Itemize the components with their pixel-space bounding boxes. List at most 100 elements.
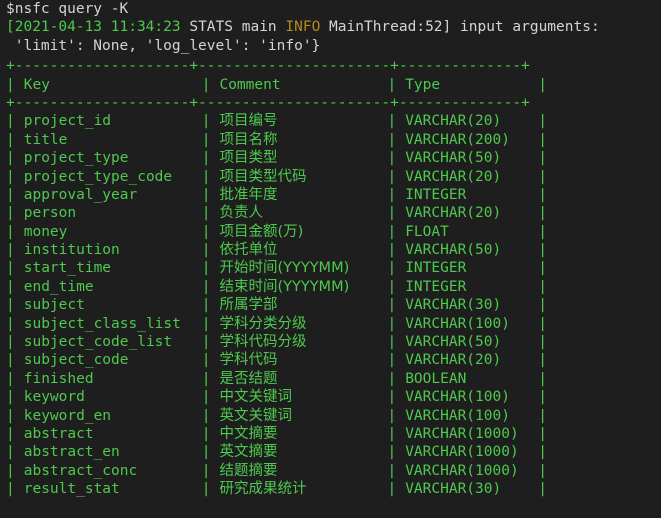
table-border-top: +--------------------+------------------… (6, 58, 530, 75)
table-divider: | (387, 370, 397, 387)
cell-type: BOOLEAN (405, 370, 467, 387)
table-divider: | (6, 278, 15, 295)
table-row: | finished | 是否结题 | BOOLEAN | (6, 370, 661, 388)
command-text: nsfc query -K (14, 1, 129, 17)
table-divider: | (201, 370, 211, 387)
cell-comment: 结题摘要 (219, 462, 278, 479)
cell-comment: 依托单位 (219, 242, 278, 259)
table-divider: | (538, 131, 547, 148)
table-divider: | (387, 113, 397, 130)
table-divider: | (6, 150, 15, 167)
log-message: input arguments: (460, 19, 600, 36)
table-divider: | (201, 113, 211, 130)
log-logger: STATS (189, 19, 233, 36)
schema-table: +--------------------+------------------… (6, 57, 661, 498)
table-divider: | (201, 168, 211, 185)
cell-type: INTEGER (405, 186, 467, 203)
table-divider: | (6, 168, 15, 185)
table-divider: | (6, 205, 15, 222)
cell-type: VARCHAR(100) (405, 389, 510, 406)
table-divider: | (6, 297, 15, 314)
cell-comment: 研究成果统计 (219, 481, 307, 498)
log-thread-main: main (241, 19, 277, 36)
table-row: | institution | 依托单位 | VARCHAR(50) | (6, 241, 661, 259)
table-divider: | (538, 297, 547, 314)
log-line: [2021-04-13 11:34:23 STATS main INFO Mai… (6, 18, 661, 36)
cell-key: money (23, 223, 68, 240)
cell-type: VARCHAR(1000) (405, 425, 519, 442)
table-divider: | (201, 407, 211, 424)
cell-comment: 项目类型 (219, 150, 278, 167)
cell-comment: 项目类型代码 (219, 168, 307, 185)
table-divider: | (6, 315, 15, 332)
cell-comment: 结束时间(YYYYMM) (219, 278, 350, 295)
table-divider: | (387, 352, 397, 369)
header-comment: Comment (219, 76, 281, 93)
table-divider: | (538, 223, 547, 240)
cell-type: INTEGER (405, 278, 467, 295)
cell-comment: 学科代码 (219, 352, 278, 369)
table-divider: | (538, 168, 547, 185)
table-body: | project_id | 项目编号 | VARCHAR(20) | | title | 项目名称… (6, 112, 661, 498)
cell-type: VARCHAR(1000) (405, 462, 519, 479)
table-header-row: | Key | Comment | Type | (6, 76, 661, 94)
table-divider: | (387, 223, 397, 240)
table-divider: | (387, 76, 397, 93)
cell-comment: 学科代码分级 (219, 334, 307, 351)
table-divider: | (387, 168, 397, 185)
table-row: | end_time | 结束时间(YYYYMM) | INTEGER | (6, 278, 661, 296)
table-divider: | (6, 131, 15, 148)
table-divider: | (201, 260, 211, 277)
cell-key: approval_year (23, 186, 138, 203)
cell-comment: 英文摘要 (219, 444, 278, 461)
cell-type: VARCHAR(50) (405, 334, 502, 351)
table-divider: | (538, 150, 547, 167)
table-divider: | (538, 407, 547, 424)
cell-key: project_type (23, 150, 129, 167)
table-divider: | (538, 425, 547, 442)
table-divider: | (387, 444, 397, 461)
table-row: | abstract | 中文摘要 | VARCHAR(1000) | (6, 425, 661, 443)
cell-key: subject_code (23, 352, 129, 369)
cell-key: abstract_conc (23, 462, 138, 479)
table-divider: | (201, 297, 211, 314)
table-row: | start_time | 开始时间(YYYYMM) | INTEGER | (6, 259, 661, 277)
terminal-window[interactable]: $nsfc query -K [2021-04-13 11:34:23 STAT… (0, 0, 661, 518)
table-divider: | (6, 352, 15, 369)
cell-comment: 是否结题 (219, 370, 278, 387)
cell-type: VARCHAR(20) (405, 352, 502, 369)
table-divider: | (201, 150, 211, 167)
cell-key: start_time (23, 260, 112, 277)
cell-type: VARCHAR(100) (405, 315, 510, 332)
table-divider: | (6, 186, 15, 203)
cell-type: FLOAT (405, 223, 449, 240)
table-divider: | (387, 186, 397, 203)
cell-key: result_stat (23, 481, 120, 498)
cell-key: project_id (23, 113, 112, 130)
cell-type: VARCHAR(30) (405, 297, 502, 314)
table-divider: | (201, 481, 211, 498)
table-divider: | (538, 389, 547, 406)
table-divider: | (538, 462, 547, 479)
table-divider: | (6, 481, 15, 498)
cell-type: VARCHAR(20) (405, 113, 502, 130)
table-row: | approval_year | 批准年度 | INTEGER | (6, 186, 661, 204)
table-row: | project_type | 项目类型 | VARCHAR(50) | (6, 149, 661, 167)
table-divider: | (538, 444, 547, 461)
cell-key: finished (23, 370, 94, 387)
table-divider: | (538, 113, 547, 130)
table-row: | subject_code_list | 学科代码分级 | VARCHAR(50) | (6, 333, 661, 351)
log-open-bracket: [ (6, 19, 15, 36)
cell-comment: 开始时间(YYYYMM) (219, 260, 350, 277)
table-divider: | (387, 481, 397, 498)
table-divider: | (387, 242, 397, 259)
table-row: | abstract_conc | 结题摘要 | VARCHAR(1000) | (6, 462, 661, 480)
cell-key: subject_code_list (23, 334, 173, 351)
log-continuation-line: 'limit': None, 'log_level': 'info'} (6, 37, 661, 55)
cell-key: abstract_en (23, 444, 120, 461)
table-row: | title | 项目名称 | VARCHAR(200) | (6, 131, 661, 149)
table-divider: | (6, 370, 15, 387)
log-continuation: 'limit': None, 'log_level': 'info'} (14, 37, 321, 54)
table-divider: | (6, 242, 15, 259)
cell-comment: 中文摘要 (219, 425, 278, 442)
